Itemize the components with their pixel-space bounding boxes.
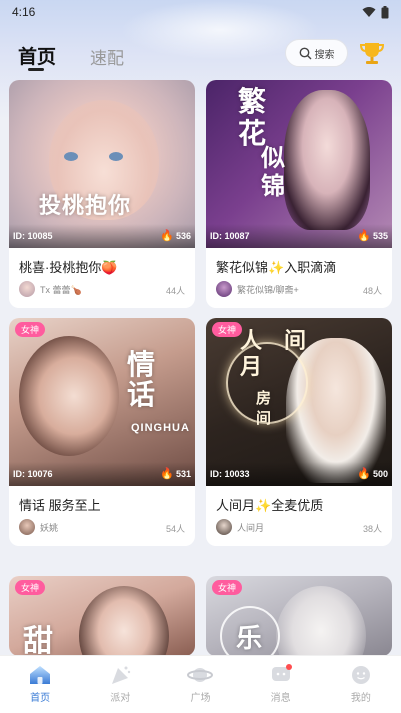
heat-value: 531 — [175, 468, 191, 479]
room-owner: Tx 蕾蕾🍗 — [19, 281, 82, 297]
goddess-badge: 女神 — [212, 322, 243, 337]
room-title-suffix: 入职滴滴 — [284, 260, 337, 275]
goddess-badge: 女神 — [212, 580, 243, 595]
room-title: 桃喜·投桃抱你🍑 — [19, 257, 118, 276]
room-title: 人间月✨全麦优质 — [216, 495, 323, 514]
room-id: ID: 10085 — [13, 231, 53, 241]
avatar — [19, 281, 35, 297]
room-title-text: 桃喜·投桃抱你 — [19, 260, 102, 275]
tab-match[interactable]: 速配 — [90, 44, 124, 69]
status-bar: 4:16 — [0, 0, 401, 24]
fire-icon: 🔥 — [357, 468, 371, 480]
status-icons — [362, 5, 389, 19]
search-icon — [299, 47, 311, 59]
heat-value: 500 — [372, 468, 388, 479]
heat-count: 🔥 535 — [357, 229, 388, 242]
room-card[interactable]: 繁花 似锦 ID: 10087 🔥 535 繁花似锦✨入职滴滴 繁花似锦/聊斋+… — [206, 80, 392, 308]
message-icon — [271, 664, 292, 681]
room-card[interactable]: 人 间月 房间 女神 ID: 10033 🔥 500 人间月✨全麦优质 人间月 … — [206, 318, 392, 546]
cover-overlay-text-2: 房间 — [256, 389, 272, 427]
room-title-text: 繁花似锦 — [216, 260, 269, 275]
heat-count: 🔥 536 — [160, 229, 191, 242]
top-header: 首页 速配 搜索 — [0, 36, 401, 76]
heat-value: 535 — [372, 230, 388, 241]
room-card[interactable]: 乐 女神 — [206, 576, 392, 656]
member-count: 38人 — [362, 524, 382, 534]
room-card[interactable]: 甜 女神 — [9, 576, 195, 656]
battery-icon — [381, 5, 389, 18]
room-cover-image: 投桃抱你 — [9, 80, 195, 248]
nav-label: 消息 — [270, 693, 291, 704]
cover-overlay-text-2: 似锦 — [261, 143, 285, 200]
cover-overlay-text: 繁花 — [237, 85, 266, 150]
wifi-icon — [362, 7, 376, 17]
search-label: 搜索 — [314, 49, 335, 61]
cover-overlay-text: 投桃抱你 — [39, 193, 132, 219]
member-count: 44人 — [165, 286, 185, 296]
heat-value: 536 — [175, 230, 191, 241]
avatar — [216, 281, 232, 297]
goddess-badge: 女神 — [15, 580, 46, 595]
profile-icon — [351, 666, 370, 684]
cover-overlay-subtext: QINGHUA — [131, 422, 190, 434]
sparkle-icon: ✨ — [268, 260, 285, 275]
nav-item-messages[interactable]: 消息 — [251, 664, 311, 704]
room-cover-image: 人 间月 房间 — [206, 318, 392, 486]
nav-item-profile[interactable]: 我的 — [331, 664, 391, 704]
cover-overlay-text: 甜 — [23, 624, 53, 656]
fire-icon: 🔥 — [160, 468, 174, 480]
fire-icon: 🔥 — [160, 230, 174, 242]
tab-home[interactable]: 首页 — [18, 42, 56, 69]
member-count: 48人 — [362, 286, 382, 296]
heat-count: 🔥 500 — [357, 467, 388, 480]
room-owner: 人间月 — [216, 519, 264, 535]
tab-active-indicator — [28, 68, 44, 71]
status-time: 4:16 — [12, 5, 36, 19]
room-card[interactable]: 情话 QINGHUA 女神 ID: 10076 🔥 531 情话 服务至上 妖姚… — [9, 318, 195, 546]
nav-item-home[interactable]: 首页 — [10, 664, 70, 704]
search-button[interactable]: 搜索 — [285, 39, 348, 67]
party-icon — [112, 666, 131, 684]
home-icon — [30, 666, 51, 684]
avatar — [216, 519, 232, 535]
fire-icon: 🔥 — [357, 230, 371, 242]
cover-overlay-text: 乐 — [236, 624, 263, 654]
member-count: 54人 — [165, 524, 185, 534]
nav-item-square[interactable]: 广场 — [170, 664, 230, 704]
room-owner: 繁花似锦/聊斋+ — [216, 281, 299, 297]
sparkle-icon: ✨ — [255, 498, 272, 513]
room-id: ID: 10033 — [210, 469, 250, 479]
owner-name: 妖姚 — [40, 522, 59, 533]
cover-overlay-text: 情话 — [127, 348, 156, 411]
room-card[interactable]: 投桃抱你 ID: 10085 🔥 536 桃喜·投桃抱你🍑 Tx 蕾蕾🍗 44人 — [9, 80, 195, 308]
room-cover-image: 繁花 似锦 — [206, 80, 392, 248]
room-id: ID: 10076 — [13, 469, 53, 479]
planet-icon — [187, 668, 214, 682]
heat-count: 🔥 531 — [160, 467, 191, 480]
room-title: 情话 服务至上 — [19, 498, 101, 513]
owner-name: Tx 蕾蕾🍗 — [40, 284, 82, 295]
room-owner: 妖姚 — [19, 519, 58, 535]
nav-label: 派对 — [110, 693, 131, 704]
nav-label: 我的 — [350, 693, 371, 704]
avatar — [19, 519, 35, 535]
owner-name: 人间月 — [237, 522, 265, 533]
room-id: ID: 10087 — [210, 231, 250, 241]
room-title-suffix: 全麦优质 — [271, 498, 324, 513]
room-title-text: 人间月 — [216, 498, 256, 513]
cover-overlay-text: 人 间月 — [240, 328, 307, 380]
unread-dot — [285, 664, 292, 670]
bottom-nav: 首页 派对 广场 消息 我的 — [0, 655, 401, 713]
room-title: 繁花似锦✨入职滴滴 — [216, 257, 336, 276]
goddess-badge: 女神 — [15, 322, 46, 337]
nav-item-party[interactable]: 派对 — [90, 664, 150, 704]
nav-label: 广场 — [190, 693, 211, 704]
room-cover-image: 情话 QINGHUA — [9, 318, 195, 486]
nav-label: 首页 — [30, 693, 51, 704]
trophy-icon[interactable] — [358, 39, 386, 67]
peach-icon: 🍑 — [101, 260, 118, 275]
owner-name: 繁花似锦/聊斋+ — [237, 284, 299, 295]
